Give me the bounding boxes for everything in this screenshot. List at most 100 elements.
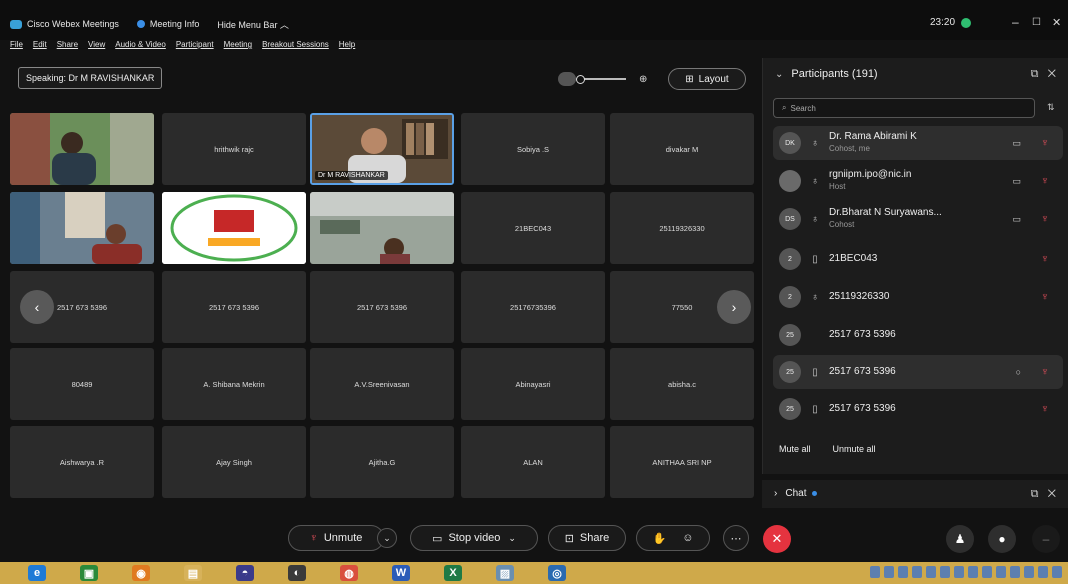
- end-call-button[interactable]: ✕: [763, 525, 791, 553]
- maximize-button[interactable]: ☐: [1032, 17, 1041, 28]
- meeting-info-button[interactable]: Meeting Info: [136, 19, 199, 29]
- zoom-thumb[interactable]: [576, 74, 585, 84]
- chat-toggle-button[interactable]: ●: [988, 525, 1016, 553]
- video-tile[interactable]: 21BEC043: [461, 192, 605, 264]
- video-tile[interactable]: [162, 192, 306, 264]
- word-icon[interactable]: W: [392, 565, 410, 581]
- unmute-button[interactable]: ♆ Unmute: [288, 525, 384, 551]
- tray-icon[interactable]: [870, 566, 880, 578]
- tray-icon[interactable]: [996, 566, 1006, 578]
- sort-icon[interactable]: ⇅: [1047, 102, 1055, 113]
- muted-microphone-icon[interactable]: ♆: [1041, 366, 1049, 378]
- browser-icon[interactable]: e: [28, 565, 46, 581]
- menu-share[interactable]: Share: [57, 40, 78, 54]
- zoom-in-icon[interactable]: ⊕: [639, 74, 647, 85]
- video-tile[interactable]: abisha.c: [610, 348, 754, 420]
- chat-panel-header[interactable]: › Chat ⧉ ✕: [762, 480, 1068, 508]
- tray-icon[interactable]: [884, 566, 894, 578]
- close-chat-icon[interactable]: ✕: [1048, 488, 1056, 500]
- video-tile[interactable]: 2517 673 5396: [162, 271, 306, 343]
- participants-toggle-button[interactable]: ♟: [946, 525, 974, 553]
- close-window-button[interactable]: ✕: [1052, 16, 1061, 29]
- tray-icon[interactable]: [968, 566, 978, 578]
- menu-file[interactable]: File: [10, 40, 23, 54]
- mute-all-button[interactable]: Mute all: [779, 444, 811, 454]
- next-page-button[interactable]: ›: [717, 290, 751, 324]
- tray-icon[interactable]: [1010, 566, 1020, 578]
- share-button[interactable]: ⊡ Share: [548, 525, 626, 551]
- chat-title[interactable]: › Chat: [774, 488, 818, 499]
- muted-microphone-icon[interactable]: ♆: [1041, 213, 1049, 225]
- tray-icon[interactable]: [1038, 566, 1048, 578]
- raise-hand-icon[interactable]: ✋: [653, 532, 667, 545]
- minimize-button[interactable]: –: [1012, 15, 1019, 29]
- menu-meeting[interactable]: Meeting: [224, 40, 252, 54]
- video-tile[interactable]: Ajay Singh: [162, 426, 306, 498]
- tray-icon[interactable]: [926, 566, 936, 578]
- chevron-down-icon[interactable]: ⌄: [775, 69, 783, 80]
- video-tile[interactable]: A. Shibana Mekrin: [162, 348, 306, 420]
- menu-edit[interactable]: Edit: [33, 40, 47, 54]
- app-icon[interactable]: ◐: [288, 565, 306, 581]
- menu-view[interactable]: View: [88, 40, 105, 54]
- participant-search-input[interactable]: ⌕ Search: [773, 98, 1035, 118]
- video-tile[interactable]: Abinayasri: [461, 348, 605, 420]
- video-tile[interactable]: Aishwarya .R: [10, 426, 154, 498]
- participant-row[interactable]: 25 ▯ 2517 673 5396 ♆: [773, 392, 1063, 426]
- tray-icon[interactable]: [912, 566, 922, 578]
- participant-row[interactable]: 25 2517 673 5396: [773, 318, 1063, 352]
- more-panels-button[interactable]: –: [1032, 525, 1060, 553]
- chat-bubble-icon[interactable]: ○: [1016, 367, 1021, 377]
- participant-row[interactable]: DS ♁ Dr.Bharat N Suryawans... Cohost ▭ ♆: [773, 202, 1063, 236]
- muted-microphone-icon[interactable]: ♆: [1041, 253, 1049, 265]
- participant-row[interactable]: 2 ▯ 21BEC043 ♆: [773, 242, 1063, 276]
- tray-icon[interactable]: [940, 566, 950, 578]
- photos-icon[interactable]: ▨: [496, 565, 514, 581]
- video-tile[interactable]: 25176735396: [461, 271, 605, 343]
- unmute-all-button[interactable]: Unmute all: [833, 444, 876, 454]
- tray-icon[interactable]: [954, 566, 964, 578]
- more-options-button[interactable]: ⋯: [723, 525, 749, 551]
- video-tile[interactable]: [10, 113, 154, 185]
- muted-microphone-icon[interactable]: ♆: [1041, 291, 1049, 303]
- video-tile[interactable]: ANITHAA SRI NP: [610, 426, 754, 498]
- firefox-icon[interactable]: ◉: [132, 565, 150, 581]
- store-icon[interactable]: ▣: [80, 565, 98, 581]
- participant-row[interactable]: DK ♁ Dr. Rama Abirami K Cohost, me ▭ ♆: [773, 126, 1063, 160]
- zoom-out-icon[interactable]: [558, 72, 576, 86]
- participant-row[interactable]: 25 ▯ 2517 673 5396 ○ ♆: [773, 355, 1063, 389]
- tray-icon[interactable]: [982, 566, 992, 578]
- hide-menu-bar-button[interactable]: Hide Menu Bar ︿: [217, 18, 289, 31]
- video-tile[interactable]: hrithwik rajc: [162, 113, 306, 185]
- stop-video-button[interactable]: ▭ Stop video ⌄: [410, 525, 538, 551]
- video-tile[interactable]: [10, 192, 154, 264]
- menu-audio-video[interactable]: Audio & Video: [115, 40, 166, 54]
- tray-icon[interactable]: [1024, 566, 1034, 578]
- chevron-down-icon[interactable]: ⌄: [508, 533, 516, 544]
- media-icon[interactable]: ◓: [236, 565, 254, 581]
- video-tile[interactable]: Ajitha.G: [310, 426, 454, 498]
- participants-header[interactable]: ⌄ Participants (191): [775, 68, 878, 80]
- close-panel-icon[interactable]: ✕: [1048, 68, 1056, 80]
- popout-icon[interactable]: ⧉: [1031, 488, 1039, 500]
- video-tile-active-speaker[interactable]: Dr M RAVISHANKAR: [310, 113, 454, 185]
- video-tile[interactable]: A.V.Sreenivasan: [310, 348, 454, 420]
- participant-row[interactable]: ♁ rgniipm.ipo@nic.in Host ▭ ♆: [773, 164, 1063, 198]
- tray-icon[interactable]: [1052, 566, 1062, 578]
- chrome-icon[interactable]: ◍: [340, 565, 358, 581]
- layout-button[interactable]: ⊞ Layout: [668, 68, 746, 90]
- participant-row[interactable]: 2 ♁ 25119326330 ♆: [773, 280, 1063, 314]
- muted-microphone-icon[interactable]: ♆: [1041, 175, 1049, 187]
- zoom-slider[interactable]: ⊕: [558, 70, 660, 88]
- excel-icon[interactable]: X: [444, 565, 462, 581]
- video-tile[interactable]: 2517 673 5396: [310, 271, 454, 343]
- video-tile[interactable]: [310, 192, 454, 264]
- video-tile[interactable]: Sobiya .S: [461, 113, 605, 185]
- emoji-icon[interactable]: ☺: [682, 532, 693, 544]
- video-tile[interactable]: 80489: [10, 348, 154, 420]
- popout-icon[interactable]: ⧉: [1031, 68, 1039, 80]
- video-tile[interactable]: divakar M: [610, 113, 754, 185]
- video-tile[interactable]: ALAN: [461, 426, 605, 498]
- menu-help[interactable]: Help: [339, 40, 355, 54]
- previous-page-button[interactable]: ‹: [20, 290, 54, 324]
